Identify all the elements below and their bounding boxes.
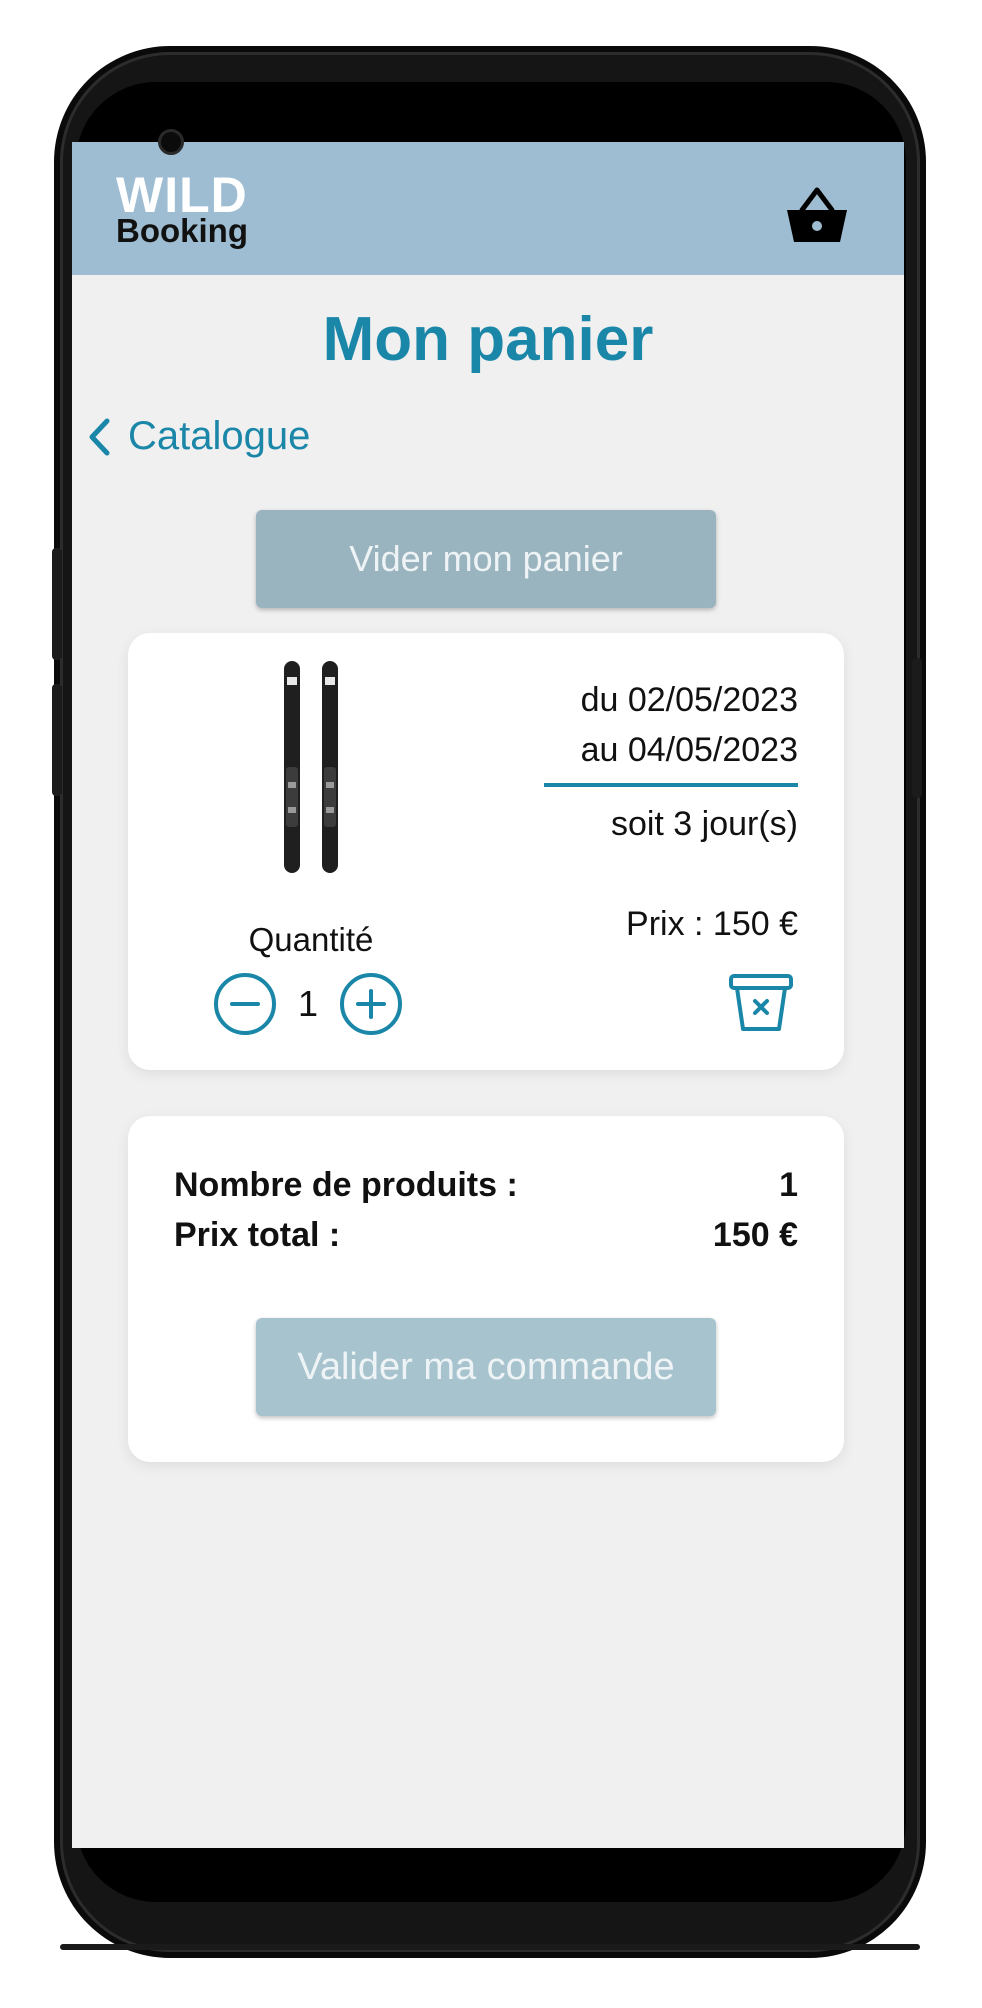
total-price-label: Prix total : — [174, 1216, 341, 1254]
app-header: WILD Booking — [72, 142, 904, 275]
total-price-row: Prix total : 150 € — [174, 1216, 798, 1255]
app-screen: WILD Booking Mon panier Catalogue Vider … — [72, 142, 904, 1848]
logo-booking: Booking — [116, 212, 248, 249]
basket-icon[interactable] — [784, 186, 850, 244]
chevron-left-icon — [89, 418, 110, 455]
quantity-label: Quantité — [248, 921, 374, 958]
plus-circle-icon[interactable] — [338, 971, 404, 1037]
validate-order-button[interactable]: Valider ma commande — [256, 1318, 716, 1416]
trash-icon[interactable] — [728, 973, 794, 1033]
logo[interactable]: WILD Booking — [116, 170, 248, 247]
total-price-value: 150 € — [712, 1216, 798, 1254]
ski-product-image — [284, 661, 338, 873]
item-price: Prix : 150 € — [626, 905, 798, 943]
date-divider — [544, 783, 798, 787]
empty-cart-button[interactable]: Vider mon panier — [256, 510, 716, 608]
rental-start-date: du 02/05/2023 — [580, 681, 798, 719]
rental-end-date: au 04/05/2023 — [580, 731, 798, 769]
cart-item-card: Quantité 1 du 02/05/2023 au 04/05/2023 s… — [128, 633, 844, 1070]
power-button — [912, 658, 922, 798]
order-summary-card: Nombre de produits : 1 Prix total : 150 … — [128, 1116, 844, 1462]
minus-circle-icon[interactable] — [212, 971, 278, 1037]
rental-duration: soit 3 jour(s) — [610, 805, 798, 843]
quantity-stepper: 1 — [212, 971, 404, 1037]
products-count-label: Nombre de produits : — [174, 1166, 518, 1204]
volume-down-button — [52, 684, 62, 796]
front-camera — [158, 129, 184, 155]
back-link-label: Catalogue — [128, 414, 311, 458]
quantity-value: 1 — [297, 983, 319, 1024]
products-count-value: 1 — [779, 1166, 798, 1204]
products-count-row: Nombre de produits : 1 — [174, 1166, 798, 1205]
page-title: Mon panier — [322, 305, 654, 374]
back-to-catalogue-link[interactable]: Catalogue — [88, 414, 310, 459]
phone-shadow — [60, 1944, 920, 1950]
volume-up-button — [52, 548, 62, 660]
